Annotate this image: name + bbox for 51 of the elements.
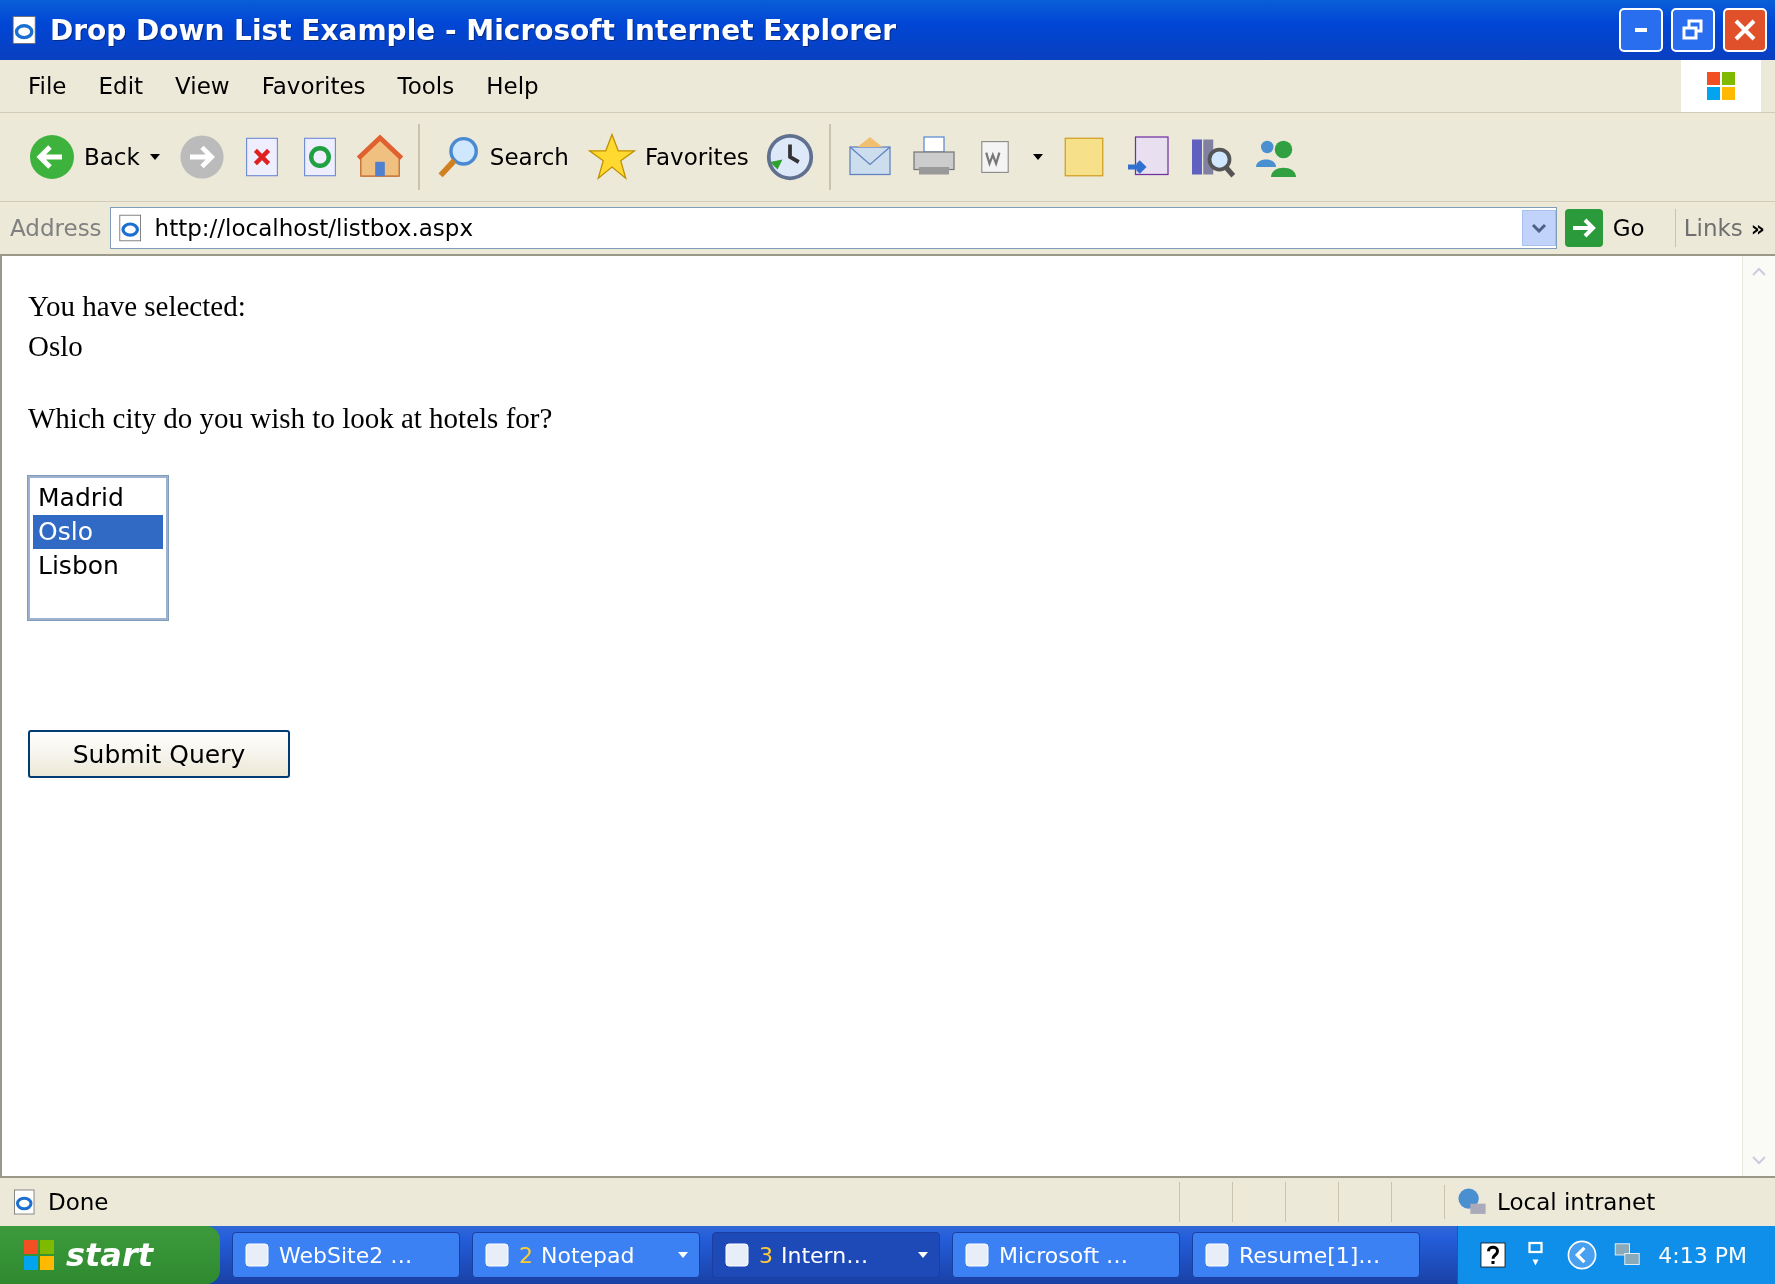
taskbar-button[interactable]: WebSite2 …	[232, 1232, 460, 1278]
minimize-button[interactable]	[1619, 8, 1663, 52]
app-icon	[1203, 1241, 1231, 1269]
taskbar-button[interactable]: 3 Intern…	[712, 1232, 940, 1278]
restore-button[interactable]	[1671, 8, 1715, 52]
menu-item[interactable]: Edit	[84, 69, 162, 103]
status-text: Done	[48, 1189, 109, 1215]
close-icon	[1733, 18, 1757, 42]
close-button[interactable]	[1723, 8, 1767, 52]
caret-icon[interactable]	[1030, 152, 1045, 162]
go-button[interactable]: Go	[1564, 209, 1676, 247]
selected-label: You have selected:	[28, 289, 247, 324]
history-clock-icon[interactable]	[764, 132, 815, 182]
arrow-right-icon	[1564, 209, 1603, 247]
start-button[interactable]: start	[0, 1226, 220, 1284]
favorites-button[interactable]: Favorites	[584, 130, 751, 184]
search-button[interactable]: Search	[433, 132, 571, 182]
zone-text: Local intranet	[1497, 1189, 1656, 1215]
question-text: Which city do you wish to look at hotels for?	[28, 401, 554, 436]
dropdown-button[interactable]	[1521, 210, 1556, 246]
window-title: Drop Down List Example - Microsoft Internet Explorer	[50, 13, 897, 47]
caret-icon	[147, 152, 162, 162]
collapse-chevron-icon[interactable]	[1566, 1239, 1599, 1271]
windows-logo-icon	[22, 1238, 56, 1272]
app-icon	[723, 1241, 751, 1269]
menu-item[interactable]: Tools	[383, 69, 473, 103]
back-button[interactable]: Back	[26, 131, 164, 183]
help-icon[interactable]	[1478, 1240, 1509, 1270]
app-icon	[963, 1241, 991, 1269]
menu-item[interactable]: Help	[472, 69, 557, 103]
chevron-down-icon	[1530, 223, 1547, 233]
taskbar-button[interactable]: 2 Notepad	[472, 1232, 700, 1278]
city-option[interactable]: Oslo	[33, 515, 163, 549]
taskbar-button[interactable]: Resume[1]…	[1192, 1232, 1420, 1278]
restore-icon	[1682, 19, 1704, 41]
app-icon	[483, 1241, 511, 1269]
menu-item[interactable]: File	[14, 69, 85, 103]
clock: 4:13 PM	[1658, 1242, 1747, 1268]
taskbar-button[interactable]: Microsoft …	[952, 1232, 1180, 1278]
address-field[interactable]: http://localhost/listbox.aspx	[109, 207, 1557, 249]
address-label: Address	[10, 215, 102, 241]
menu-item[interactable]: View	[161, 69, 248, 103]
star-icon	[586, 132, 637, 182]
app-icon	[243, 1241, 271, 1269]
minimize-icon	[1635, 28, 1647, 32]
links-label[interactable]: Links	[1683, 215, 1743, 241]
menu-item[interactable]: Favorites	[247, 69, 384, 103]
toolbar-overflow-chevron[interactable]: »	[1750, 215, 1765, 241]
selected-value: Oslo	[28, 329, 84, 364]
city-listbox[interactable]: Madrid Oslo Lisbon	[28, 476, 168, 620]
submit-button[interactable]: Submit Query	[28, 730, 290, 778]
